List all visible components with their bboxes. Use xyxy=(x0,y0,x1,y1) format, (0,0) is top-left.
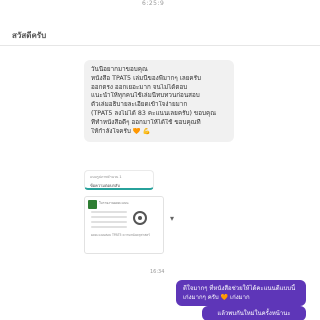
document-logo-icon xyxy=(88,200,97,209)
target-icon xyxy=(133,211,147,225)
message-line: ให้กำลังใจครับ 🧡 💪 xyxy=(91,127,151,135)
chat-header: สวัสดีครับ xyxy=(0,18,320,46)
incoming-message-bubble[interactable]: วันนี้อยากมาขอบคุณ หนังสือ TPAT5 เล่มนี้… xyxy=(84,60,234,143)
message-line: หนังสือ TPAT5 เล่มนี้ของพี่มากๆ เลยครับ xyxy=(91,74,202,82)
message-line: เก่งมากๆ ครับ 🧡 เก่งมาก xyxy=(183,294,250,301)
message-line: (TPAT5 ลงไม่ได้ 83 คะแนนเลยครับ) ขอบคุณ xyxy=(91,109,217,117)
reply-preview-card[interactable]: แนบรูปภาพจำนวน 1 ข้อความตอบกลับ xyxy=(84,170,154,190)
document-header: ใบรายงานผลคะแนน xyxy=(99,201,129,205)
chat-title: สวัสดีครับ xyxy=(12,31,47,40)
preview-caption: แนบรูปภาพจำนวน 1 xyxy=(90,175,122,179)
message-line: วันนี้อยากมาขอบคุณ xyxy=(91,66,148,73)
outgoing-time: 16:34 xyxy=(150,269,165,275)
document-text: ผลคะแนนสอบ TPAT5 ความถนัดครุศาสตร์ xyxy=(91,233,150,237)
message-line: ตัวเล่มอธิบายละเอียดเข้าใจง่ายมาก xyxy=(91,101,188,109)
preview-text: ข้อความตอบกลับ xyxy=(90,183,120,188)
status-time: 6:25:9 xyxy=(142,0,165,7)
message-line: ออกตรง ออกเยอะมาก จนไม่ได้ตอบ xyxy=(91,83,188,91)
document-image-attachment[interactable]: ใบรายงานผลคะแนน ผลคะแนนสอบ TPAT5 ความถนั… xyxy=(84,196,164,254)
message-line: ที่ทำหนังสือดีๆ ออกมาให้ได้ใช้ ขอบคุณที่ xyxy=(91,118,201,126)
chevron-down-icon[interactable]: ▾ xyxy=(170,214,174,223)
outgoing-message-bubble-2[interactable]: แล้วพบกันใหม่ในครั้งหน้านะ xyxy=(202,306,306,320)
message-line: แนะนำให้ทุกคนใช้เล่มนี้ทบทวนก่อนสอบ xyxy=(91,92,200,100)
message-line: ดีใจมากๆ ที่หนังสือช่วยให้ได้คะแนนดีแบบน… xyxy=(183,285,296,292)
outgoing-message-bubble[interactable]: ดีใจมากๆ ที่หนังสือช่วยให้ได้คะแนนดีแบบน… xyxy=(176,280,306,306)
document-lines xyxy=(91,211,127,231)
